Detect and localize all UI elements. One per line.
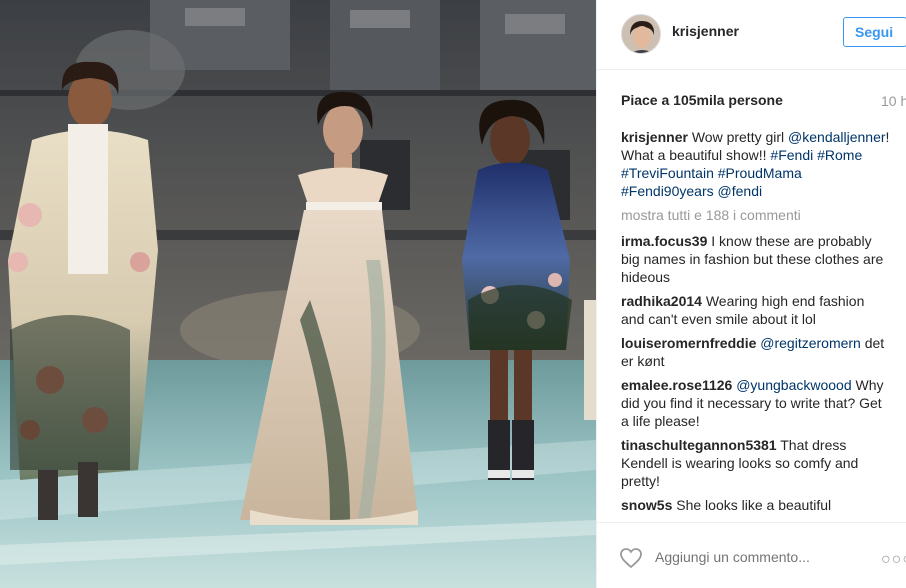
caption-hashtag[interactable]: #Fendi (770, 147, 813, 163)
comment-username[interactable]: louiseromernfreddie (621, 335, 756, 351)
caption-hashtag[interactable]: #Rome (817, 147, 862, 163)
caption-mention[interactable]: @kendalljenner (788, 129, 886, 145)
comment-item: irma.focus39 I know these are probably b… (621, 232, 891, 286)
post-author-username[interactable]: krisjenner (672, 23, 739, 39)
show-all-comments-link[interactable]: mostra tutti e 188 i commenti (621, 206, 891, 224)
caption-hashtag[interactable]: #ProudMama (718, 165, 802, 181)
post-header: krisjenner Segui (597, 0, 906, 70)
comment-username[interactable]: emalee.rose1126 (621, 377, 732, 393)
heart-outline-icon-svg (620, 548, 642, 569)
comment-username[interactable]: irma.focus39 (621, 233, 707, 249)
more-options-icon[interactable]: ○○○ (881, 551, 906, 569)
likes-count[interactable]: Piace a 105mila persone (621, 92, 783, 108)
comment-item: tinaschultegannon5381 That dress Kendell… (621, 436, 891, 490)
caption-username[interactable]: krisjenner (621, 129, 688, 145)
add-comment-bar: ○○○ (597, 522, 906, 588)
comment-username[interactable]: snow5s (621, 497, 672, 513)
caption-hashtag[interactable]: #Fendi90years (621, 183, 714, 199)
comment-text: She looks like a beautiful (672, 497, 832, 513)
caption-text: Wow pretty girl (687, 129, 789, 145)
avatar-image (622, 15, 660, 53)
likes-row: Piace a 105mila persone 10 h (597, 88, 906, 114)
caption-hashtag[interactable]: #TreviFountain (621, 165, 714, 181)
comment-item: snow5s She looks like a beautiful (621, 496, 891, 514)
add-comment-input[interactable] (655, 549, 855, 565)
post-photo-illustration (0, 0, 596, 588)
comment-mention[interactable]: @yungbackwoood (736, 377, 851, 393)
caption-mention[interactable]: @fendi (718, 183, 763, 199)
post-photo[interactable] (0, 0, 596, 588)
comment-item: louiseromernfreddie @regitzeromern det e… (621, 334, 891, 370)
comment-username[interactable]: radhika2014 (621, 293, 702, 309)
comment-item: radhika2014 Wearing high end fashion and… (621, 292, 891, 328)
post-time[interactable]: 10 h (881, 93, 906, 109)
heart-outline-icon[interactable] (619, 547, 643, 569)
avatar[interactable] (621, 14, 661, 54)
comment-username[interactable]: tinaschultegannon5381 (621, 437, 777, 453)
post-caption: krisjenner Wow pretty girl @kendalljenne… (621, 128, 891, 200)
comments-list[interactable]: krisjenner Wow pretty girl @kendalljenne… (621, 128, 891, 522)
post-side-panel: krisjenner Segui Piace a 105mila persone… (596, 0, 906, 588)
comment-mention[interactable]: @regitzeromern (760, 335, 861, 351)
comment-item: emalee.rose1126 @yungbackwoood Why did y… (621, 376, 891, 430)
follow-button[interactable]: Segui (843, 17, 906, 47)
